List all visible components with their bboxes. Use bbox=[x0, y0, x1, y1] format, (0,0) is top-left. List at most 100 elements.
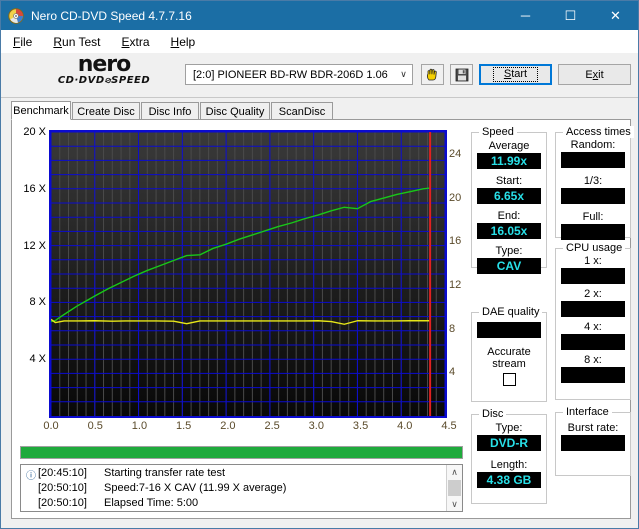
x-axis-tick: 0.0 bbox=[43, 420, 59, 432]
y-axis-right-tick: 16 bbox=[449, 235, 462, 248]
start-button-label: Start bbox=[492, 67, 539, 82]
y-axis-right-tick: 24 bbox=[449, 147, 462, 160]
access-times-group: Access times Random: 1/3: Full: bbox=[555, 126, 634, 240]
maximize-button[interactable]: ☐ bbox=[548, 1, 593, 30]
save-button[interactable] bbox=[450, 64, 473, 85]
benchmark-panel: 4 X 8 X 12 X 16 X 20 X 4 8 12 16 20 24 0.0 0.5 1.0 1… bbox=[11, 119, 634, 519]
floppy-save-icon bbox=[455, 68, 468, 81]
dae-quality-legend: DAE quality bbox=[479, 306, 543, 318]
cpu-usage-legend: CPU usage bbox=[563, 242, 626, 254]
access-time-field-label: Full: bbox=[582, 211, 604, 223]
x-axis-tick: 2.0 bbox=[220, 420, 236, 432]
y-axis-right-tick: 12 bbox=[449, 278, 462, 291]
logo-subtitle: CD·DVD⌀SPEED bbox=[29, 74, 179, 87]
menu-item-run-test[interactable]: Run Test bbox=[44, 32, 109, 52]
log-info-icon: ⓘ bbox=[26, 471, 36, 482]
access-time-field-label: 1/3: bbox=[583, 175, 603, 187]
x-axis-tick: 3.5 bbox=[352, 420, 369, 432]
x-axis: 0.0 0.5 1.0 1.5 2.0 2.5 3.0 3.5 4.0 4.5 bbox=[43, 420, 456, 436]
disc-group-legend: Disc bbox=[479, 408, 507, 420]
tab-create-disc[interactable]: Create Disc bbox=[72, 102, 140, 120]
x-axis-tick: 1.0 bbox=[131, 420, 148, 432]
title-bar: Nero CD-DVD Speed 4.7.7.16 ─ ☐ ✕ bbox=[1, 1, 638, 30]
logo-brand: nero bbox=[77, 52, 132, 77]
disc-field-label: Length: bbox=[490, 459, 528, 471]
cpu-usage-field-value bbox=[561, 301, 625, 317]
tab-scandisc[interactable]: ScanDisc bbox=[271, 102, 333, 120]
logo-sub-left: CD·DVD bbox=[57, 75, 105, 86]
nero-disc-icon bbox=[8, 7, 24, 24]
drive-select[interactable]: [2:0] PIONEER BD-RW BDR-206D 1.06 ∨ bbox=[185, 64, 413, 85]
scrollbar-thumb[interactable] bbox=[448, 480, 461, 496]
log-message: Elapsed Time: 5:00 bbox=[104, 497, 199, 509]
toolbar: nero CD·DVD⌀SPEED [2:0] PIONEER BD-RW BD… bbox=[1, 53, 638, 98]
speed-group-legend: Speed bbox=[479, 126, 517, 138]
y-axis-left-tick: 8 X bbox=[29, 296, 46, 309]
cpu-usage-field-label: 8 x: bbox=[584, 354, 602, 366]
y-axis-left-tick: 4 X bbox=[29, 353, 46, 366]
x-axis-tick: 4.0 bbox=[397, 420, 413, 432]
chart-plot-area bbox=[49, 130, 447, 418]
disc-field-value: DVD-R bbox=[477, 435, 541, 451]
y-axis-right-tick: 20 bbox=[449, 191, 462, 204]
speed-field-value: 6.65x bbox=[477, 188, 541, 204]
window-title: Nero CD-DVD Speed 4.7.7.16 bbox=[31, 8, 192, 23]
cpu-usage-field-label: 1 x: bbox=[584, 255, 602, 267]
tab-strip: Benchmark Create Disc Disc Info Disc Qualit… bbox=[11, 101, 631, 120]
accurate-stream-checkbox[interactable] bbox=[502, 373, 516, 386]
tab-label: ScanDisc bbox=[278, 105, 326, 118]
accurate-stream-label-1: Accurate bbox=[487, 346, 531, 358]
cpu-usage-group: CPU usage 1 x: 2 x: 4 x: 8 x: bbox=[555, 242, 631, 400]
accurate-stream-label-2: stream bbox=[492, 358, 526, 370]
tab-benchmark[interactable]: Benchmark bbox=[11, 101, 71, 120]
progress-bar bbox=[20, 446, 463, 459]
start-button[interactable]: Start bbox=[479, 64, 552, 85]
menu-item-help[interactable]: Help bbox=[162, 32, 205, 52]
exit-button-label: Exit bbox=[585, 68, 604, 81]
chevron-down-icon[interactable]: ∨ bbox=[395, 65, 412, 84]
interface-field-label: Burst rate: bbox=[567, 422, 619, 434]
access-time-field-value bbox=[561, 152, 625, 168]
speed-field-value: 16.05x bbox=[477, 223, 541, 239]
x-axis-tick: 3.0 bbox=[308, 420, 324, 432]
speed-field-label: Type: bbox=[495, 245, 523, 257]
tab-label: Disc Info bbox=[148, 105, 192, 118]
logo-sub-right: SPEED bbox=[111, 75, 151, 86]
scroll-up-icon[interactable]: ∧ bbox=[451, 465, 458, 479]
access-times-legend: Access times bbox=[563, 126, 634, 138]
progress-bar-fill bbox=[21, 447, 462, 458]
cpu-usage-field-value bbox=[561, 334, 625, 350]
hand-tool-button[interactable] bbox=[421, 64, 444, 85]
y-axis-left: 4 X 8 X 12 X 16 X 20 X bbox=[12, 122, 46, 422]
menu-item-file[interactable]: File bbox=[4, 32, 41, 52]
log-row: ⓘ [20:45:10] Starting transfer rate test bbox=[24, 467, 446, 482]
log-scrollbar[interactable]: ∧ ∨ bbox=[446, 465, 462, 511]
exit-button[interactable]: Exit bbox=[558, 64, 631, 85]
disc-group: Disc Type: DVD-R Length: 4.38 GB bbox=[471, 408, 547, 504]
cpu-usage-field-label: 4 x: bbox=[584, 321, 602, 333]
menu-item-extra[interactable]: Extra bbox=[113, 32, 159, 52]
interface-legend: Interface bbox=[563, 406, 612, 418]
window-controls: ─ ☐ ✕ bbox=[503, 1, 638, 30]
x-axis-tick: 4.5 bbox=[441, 420, 457, 432]
dae-quality-value bbox=[477, 322, 541, 338]
cpu-usage-field-value bbox=[561, 268, 625, 284]
log-row: [20:50:10] Elapsed Time: 5:00 bbox=[24, 497, 446, 511]
tab-disc-info[interactable]: Disc Info bbox=[141, 102, 199, 120]
log-list: ⓘ [20:45:10] Starting transfer rate test [2… bbox=[21, 465, 446, 511]
interface-field-value bbox=[561, 435, 625, 451]
speed-field-label: Average bbox=[488, 140, 530, 152]
close-button[interactable]: ✕ bbox=[593, 1, 638, 30]
nero-logo: nero CD·DVD⌀SPEED bbox=[29, 52, 179, 95]
speed-field-value: CAV bbox=[477, 258, 541, 274]
scroll-down-icon[interactable]: ∨ bbox=[451, 497, 458, 511]
cpu-usage-field-label: 2 x: bbox=[584, 288, 602, 300]
log-timestamp: [20:45:10] bbox=[38, 467, 87, 479]
x-axis-tick: 1.5 bbox=[176, 420, 192, 432]
speed-field-value: 11.99x bbox=[477, 153, 541, 169]
y-axis-left-tick: 12 X bbox=[23, 239, 46, 252]
interface-group: Interface Burst rate: bbox=[555, 406, 631, 476]
y-axis-right-tick: 4 bbox=[449, 366, 456, 379]
minimize-button[interactable]: ─ bbox=[503, 1, 548, 30]
tab-disc-quality[interactable]: Disc Quality bbox=[200, 102, 270, 120]
